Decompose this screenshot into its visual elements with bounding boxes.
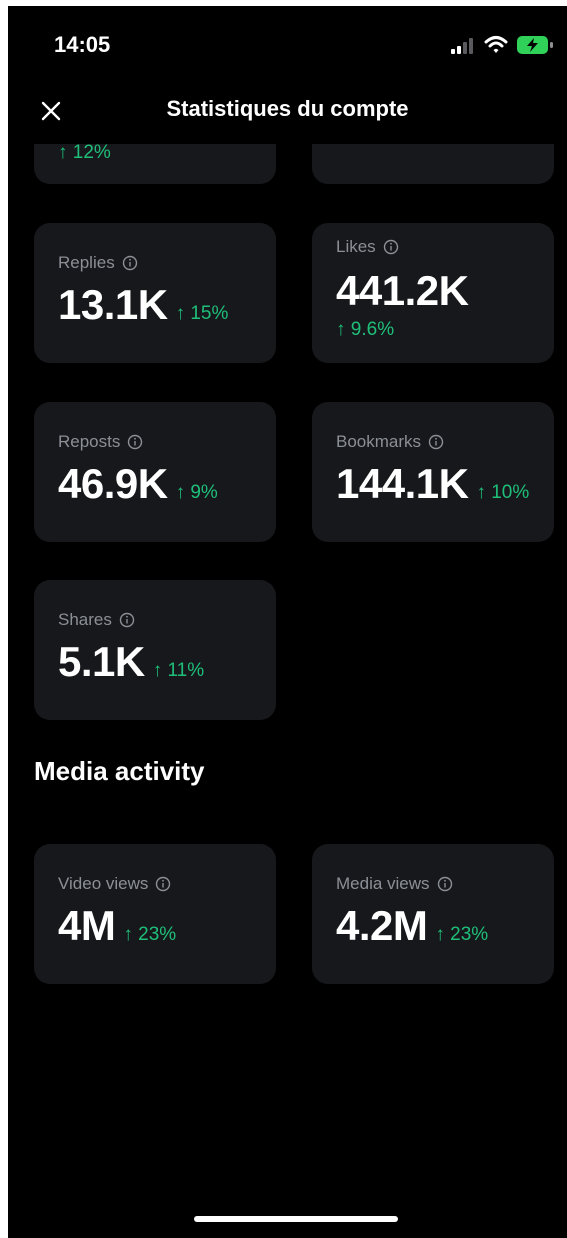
info-icon[interactable] bbox=[127, 434, 143, 450]
info-icon[interactable] bbox=[437, 876, 453, 892]
stat-change: ↑ 23% bbox=[435, 924, 489, 945]
stat-card-replies: Replies 13.1K ↑ 15% bbox=[34, 223, 276, 363]
stat-value: 46.9K bbox=[58, 460, 168, 507]
stat-change: ↑ 23% bbox=[123, 924, 177, 945]
status-bar: 14:05 bbox=[8, 6, 567, 86]
stat-card-reposts: Reposts 46.9K ↑ 9% bbox=[34, 402, 276, 542]
stat-card-likes: Likes 441.2K ↑ 9.6% bbox=[312, 223, 554, 363]
signal-icon bbox=[451, 38, 473, 54]
stat-change: ↑ 11% bbox=[152, 660, 205, 681]
battery-icon bbox=[517, 36, 553, 54]
header-bar: Statistiques du compte bbox=[8, 88, 567, 144]
stat-value: 4.2M bbox=[336, 902, 428, 949]
stat-label-row: Replies bbox=[58, 253, 138, 273]
section-title-media-activity: Media activity bbox=[34, 756, 205, 786]
info-icon[interactable] bbox=[122, 255, 138, 271]
stat-value: 13.1K bbox=[58, 281, 168, 328]
stat-value-row: 13.1K ↑ 15% bbox=[58, 281, 228, 329]
stat-value: 144.1K bbox=[336, 460, 469, 507]
stat-label: Video views bbox=[58, 874, 149, 893]
stat-value-row: 144.1K ↑ 10% bbox=[336, 460, 529, 508]
stat-label: Reposts bbox=[58, 432, 121, 451]
stat-label: Bookmarks bbox=[336, 432, 422, 451]
stat-change: ↑ 9% bbox=[175, 482, 218, 503]
info-icon[interactable] bbox=[119, 612, 135, 628]
stat-label-row: Media views bbox=[336, 874, 453, 894]
app-screen: 14:05 Statistiques du compte ↑ 12% Repli… bbox=[8, 6, 567, 1238]
info-icon[interactable] bbox=[383, 239, 399, 255]
stat-label: Replies bbox=[58, 253, 115, 272]
stat-change: ↑ 15% bbox=[175, 303, 229, 324]
info-icon[interactable] bbox=[428, 434, 444, 450]
stat-change: ↑ 12% bbox=[58, 142, 111, 163]
stat-value-row: 4.2M ↑ 23% bbox=[336, 902, 488, 950]
stat-value: 441.2K bbox=[336, 267, 469, 314]
stat-card-shares: Shares 5.1K ↑ 11% bbox=[34, 580, 276, 720]
page-title: Statistiques du compte bbox=[166, 96, 409, 121]
stat-change: ↑ 9.6% bbox=[336, 319, 395, 340]
home-indicator[interactable] bbox=[194, 1216, 398, 1222]
stat-label-row: Shares bbox=[58, 610, 135, 630]
stat-value-row: 4M ↑ 23% bbox=[58, 902, 176, 950]
stat-value: 5.1K bbox=[58, 638, 145, 685]
stat-label-row: Likes bbox=[336, 237, 399, 257]
stat-value-row: 46.9K ↑ 9% bbox=[58, 460, 218, 508]
stat-value-row: 5.1K ↑ 11% bbox=[58, 638, 204, 686]
status-time: 14:05 bbox=[54, 32, 111, 57]
stat-label-row: Reposts bbox=[58, 432, 143, 452]
stat-label-row: Bookmarks bbox=[336, 432, 444, 452]
stat-label: Shares bbox=[58, 610, 112, 629]
stat-card-bookmarks: Bookmarks 144.1K ↑ 10% bbox=[312, 402, 554, 542]
info-icon[interactable] bbox=[155, 876, 171, 892]
wifi-icon bbox=[484, 36, 508, 53]
stat-label: Likes bbox=[336, 237, 376, 256]
stat-card-media-views: Media views 4.2M ↑ 23% bbox=[312, 844, 554, 984]
stat-value: 4M bbox=[58, 902, 116, 949]
stat-label: Media views bbox=[336, 874, 430, 893]
stat-label-row: Video views bbox=[58, 874, 171, 894]
stat-card-video-views: Video views 4M ↑ 23% bbox=[34, 844, 276, 984]
stat-change: ↑ 10% bbox=[476, 482, 530, 503]
